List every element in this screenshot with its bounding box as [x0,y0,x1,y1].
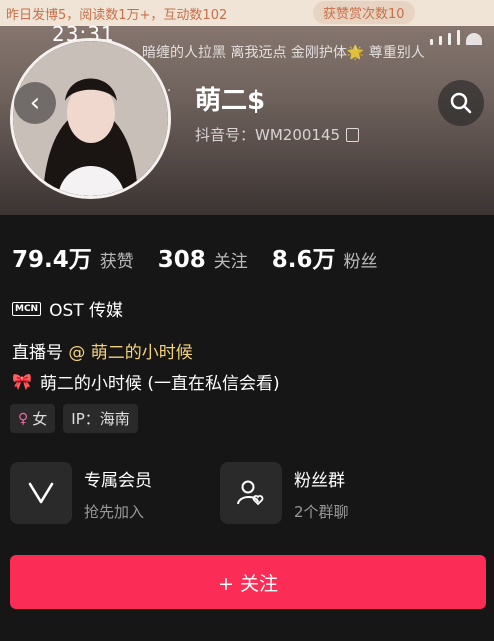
signal-bar-icon [430,39,433,45]
wifi-icon [466,33,482,45]
signal-bar-icon [457,30,460,45]
ribbon-icon: 🎀 [12,372,32,391]
signal-bar-icon [448,33,451,45]
douyin-id: 抖音号：WM200145 [195,126,341,144]
chevron-left-icon: ‹ [29,88,41,118]
back-button[interactable]: ‹ [14,82,56,124]
fan-group-card[interactable]: 粉丝群 2个群聊 [220,462,349,524]
fan-group-icon [220,462,282,524]
membership-subtitle: 抢先加入 [84,503,145,521]
tag-ip-label: IP：海南 [71,410,130,428]
stat-following-label: 关注 [213,252,248,272]
stat-following-value: 308 [157,247,206,273]
stat-likes-value: 79.4万 [12,247,92,273]
bio: 🎀 萌二的小时候 (一直在私信会看) [12,369,280,394]
fan-group-subtitle: 2个群聊 [294,503,349,521]
stat-likes[interactable]: 79.4万 获赞 [12,240,134,274]
membership-title: 专属会员 [84,471,152,491]
fan-group-title: 粉丝群 [294,471,345,491]
profile-name: 萌二$ [195,86,266,116]
stat-followers[interactable]: 8.6万 粉丝 [272,240,378,274]
female-icon: ♀ [18,410,29,427]
v-membership-icon [10,462,72,524]
follow-button[interactable]: + 关注 [10,555,486,609]
stat-followers-value: 8.6万 [271,247,336,273]
live-prefix: 直播号 [12,343,63,363]
douyin-id-row[interactable]: 抖音号：WM200145 [195,124,360,145]
mcn-name: OST 传媒 [49,301,124,321]
search-icon [450,92,472,114]
search-button[interactable] [438,80,484,126]
banner-message: 昨日发博5，阅读数1万+，互动数102 [6,8,228,23]
tag-gender: ♀ 女 [10,404,56,433]
feature-cards: 专属会员 抢先加入 粉丝群 2个群聊 [10,462,490,528]
status-icons [430,30,482,45]
copy-icon[interactable] [346,127,360,142]
mcn-icon: MCN [12,301,42,316]
stat-following[interactable]: 308 关注 [158,247,248,273]
profile-stats: 79.4万 获赞 308 关注 8.6万 粉丝 [12,240,378,274]
bio-text: 萌二的小时候 (一直在私信会看) [39,374,280,394]
stat-likes-label: 获赞 [99,252,134,272]
profile-tags: ♀ 女 IP：海南 [10,404,138,433]
live-account-row: 直播号 @ 萌二的小时候 [12,338,193,363]
live-account-link[interactable]: @ 萌二的小时候 [68,343,192,363]
banner-pill[interactable]: 获赞赏次数10 [313,1,415,24]
tag-ip: IP：海南 [63,404,138,433]
membership-card[interactable]: 专属会员 抢先加入 [10,462,152,524]
follow-label: + 关注 [218,572,278,595]
signal-bar-icon [439,36,442,45]
mcn-row[interactable]: MCN OST 传媒 [12,296,123,321]
stat-followers-label: 粉丝 [343,252,378,272]
tag-gender-label: 女 [32,410,48,428]
